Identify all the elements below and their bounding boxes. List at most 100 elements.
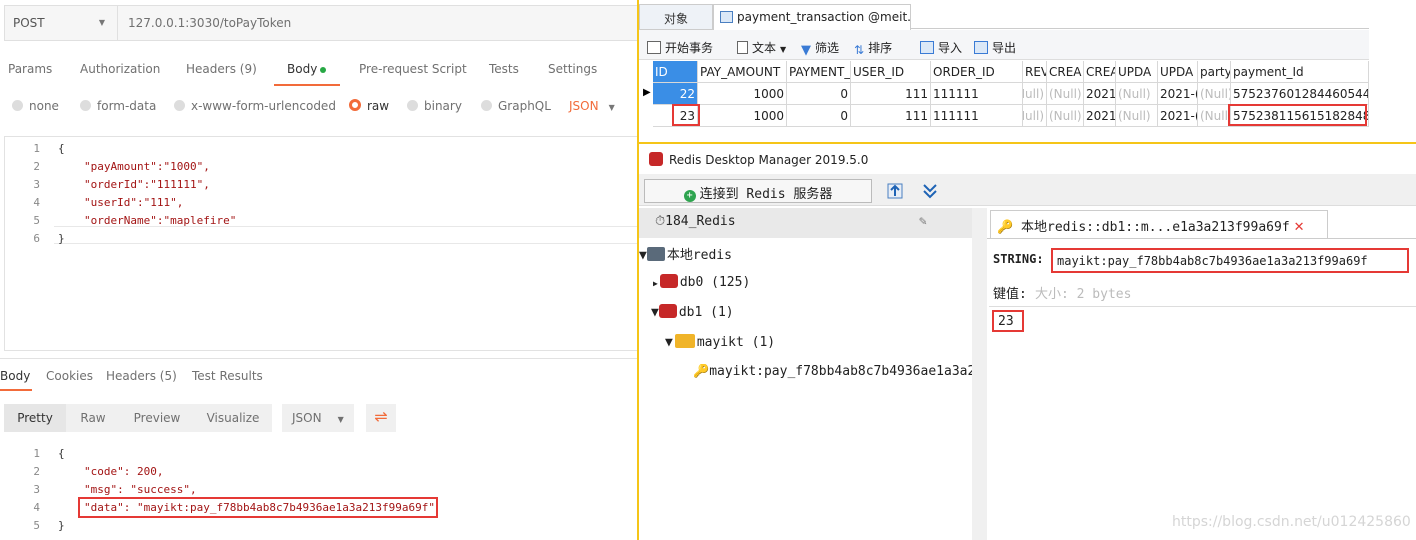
table-cell[interactable]: (Null) [1198, 83, 1231, 105]
tab-pre-request-script[interactable]: Pre-request Script [359, 62, 467, 76]
tab-params[interactable]: Params [8, 62, 52, 76]
tree-key-item[interactable]: 🔑mayikt:pay_f78bb4ab8c7b4936ae1a3a213f99… [693, 364, 972, 379]
table-cell[interactable]: 111 [851, 105, 931, 127]
current-row-arrow-icon: ▶ [643, 87, 651, 98]
table-cell[interactable]: (Null) [1023, 105, 1047, 127]
tab-objects[interactable]: 对象 [639, 4, 713, 30]
navicat-panel: 对象 payment_transaction @meit... 开始事务 文本 ▼… [639, 0, 1416, 142]
table-cell[interactable]: (Null) [1116, 105, 1158, 127]
code-line: "payAmount":"1000", [84, 160, 210, 173]
table-cell[interactable]: 2021- [1084, 105, 1116, 127]
radio-graphql[interactable]: GraphQL [481, 99, 551, 113]
response-tab-cookies[interactable]: Cookies [46, 369, 93, 383]
pin-icon[interactable]: ✎ [919, 214, 927, 229]
table-cell[interactable]: 2021-( [1158, 83, 1198, 105]
radio-none[interactable]: none [12, 99, 59, 113]
connect-server-button[interactable]: + 连接到 Redis 服务器 [644, 179, 872, 203]
radio-circle-icon [12, 100, 23, 111]
raw-format-select[interactable]: JSON ▼ [569, 99, 615, 113]
radio-binary[interactable]: binary [407, 99, 462, 113]
column-header[interactable]: CREA [1047, 61, 1084, 83]
method-label: POST [13, 16, 45, 30]
filter-button[interactable]: ▼ 筛选 [801, 39, 839, 58]
begin-transaction-button[interactable]: 开始事务 [647, 39, 713, 56]
tree-db0-item[interactable]: ▶ db0 (125) [653, 274, 750, 290]
column-header[interactable]: payment_Id [1231, 61, 1369, 83]
key-tab[interactable]: 🔑 本地redis::db1::m...e1a3a213f99a69f ✕ [990, 210, 1328, 238]
table-cell[interactable]: (Null) [1116, 83, 1158, 105]
key-name-field[interactable]: mayikt:pay_f78bb4ab8c7b4936ae1a3a213f99a… [1051, 248, 1409, 273]
close-icon[interactable]: ✕ [1294, 220, 1305, 235]
tab-payment-transaction[interactable]: payment_transaction @meit... [713, 4, 911, 30]
tree-db1-item[interactable]: ▼ db1 (1) [651, 304, 734, 320]
table-cell[interactable]: 2021-( [1158, 105, 1198, 127]
table-cell[interactable]: 2021- [1084, 83, 1116, 105]
column-header[interactable]: UPDA [1116, 61, 1158, 83]
response-format-select[interactable]: JSON ▼ [282, 404, 354, 432]
tab-headers[interactable]: Headers (9) [186, 62, 257, 76]
column-header[interactable]: USER_ID [851, 61, 931, 83]
table-cell[interactable]: (Null) [1047, 105, 1084, 127]
radio-raw[interactable]: raw [349, 99, 389, 113]
line-number: 2 [33, 160, 40, 173]
column-header[interactable]: REV [1023, 61, 1047, 83]
table-cell[interactable]: 0 [787, 105, 851, 127]
tab-settings[interactable]: Settings [548, 62, 597, 76]
collapse-icon[interactable] [920, 181, 940, 201]
table-cell[interactable]: (Null) [1198, 105, 1231, 127]
response-line: "msg": "success", [84, 483, 197, 496]
scrollbar[interactable] [972, 208, 987, 540]
response-tab-body[interactable]: Body [0, 369, 30, 383]
table-cell[interactable]: (Null) [1047, 83, 1084, 105]
tab-body[interactable]: Body [287, 62, 327, 76]
line-number: 6 [33, 232, 40, 245]
table-cell[interactable]: 22 [653, 83, 698, 105]
radio-none-label: none [29, 99, 59, 113]
tree-local-item[interactable]: ▼ 本地redis [639, 244, 732, 263]
tree-folder-item[interactable]: ▼ mayikt (1) [665, 334, 775, 350]
column-header[interactable]: ORDER_ID [931, 61, 1023, 83]
table-cell[interactable]: 575237601284460544 [1231, 83, 1369, 105]
table-cell[interactable]: 0 [787, 83, 851, 105]
value-editor[interactable]: 23 [992, 310, 1024, 332]
import-icon[interactable] [885, 181, 905, 201]
filter-icon: ▼ [801, 43, 811, 58]
method-select[interactable]: POST ▼ [4, 5, 118, 41]
table-cell[interactable]: 111111 [931, 105, 1023, 127]
column-header[interactable]: CREA [1084, 61, 1116, 83]
column-header[interactable]: PAYMENT_ [787, 61, 851, 83]
response-tab-headers[interactable]: Headers (5) [106, 369, 177, 383]
raw-button[interactable]: Raw [66, 404, 120, 432]
tab-tests[interactable]: Tests [489, 62, 519, 76]
column-header[interactable]: PAY_AMOUNT [698, 61, 787, 83]
pretty-button[interactable]: Pretty [4, 404, 66, 432]
response-tab-test-results[interactable]: Test Results [192, 369, 263, 383]
column-header[interactable]: party [1198, 61, 1231, 83]
preview-button[interactable]: Preview [120, 404, 194, 432]
column-header[interactable]: ID [653, 61, 698, 83]
key-tab-label: 本地redis::db1::m...e1a3a213f99a69f [1021, 220, 1290, 235]
import-button[interactable]: 导入 [920, 39, 962, 56]
wrap-lines-icon[interactable]: ⇌ [366, 404, 396, 432]
sort-button[interactable]: ⇅ 排序 [854, 39, 892, 57]
table-cell[interactable]: 111 [851, 83, 931, 105]
url-input[interactable]: 127.0.0.1:3030/toPayToken [118, 5, 638, 41]
radio-circle-icon [481, 100, 492, 111]
radio-urlencoded[interactable]: x-www-form-urlencoded [174, 99, 336, 113]
tab-authorization[interactable]: Authorization [80, 62, 160, 76]
radio-form-data[interactable]: form-data [80, 99, 156, 113]
folder-icon [674, 334, 695, 348]
text-button[interactable]: 文本 ▼ [737, 39, 786, 56]
visualize-button[interactable]: Visualize [194, 404, 272, 432]
code-line: { [58, 142, 65, 155]
table-cell[interactable]: 1000 [698, 83, 787, 105]
column-header[interactable]: UPDA [1158, 61, 1198, 83]
table-cell[interactable]: 1000 [698, 105, 787, 127]
table-cell[interactable]: 111111 [931, 83, 1023, 105]
tree-server-item[interactable]: ⏱184_Redis [655, 214, 736, 229]
table-cell[interactable]: (Null) [1023, 83, 1047, 105]
tree-folder-label: mayikt (1) [696, 335, 776, 350]
begin-transaction-label: 开始事务 [665, 41, 714, 55]
expand-arrow-icon: ▼ [651, 305, 659, 320]
export-button[interactable]: 导出 [974, 39, 1016, 56]
